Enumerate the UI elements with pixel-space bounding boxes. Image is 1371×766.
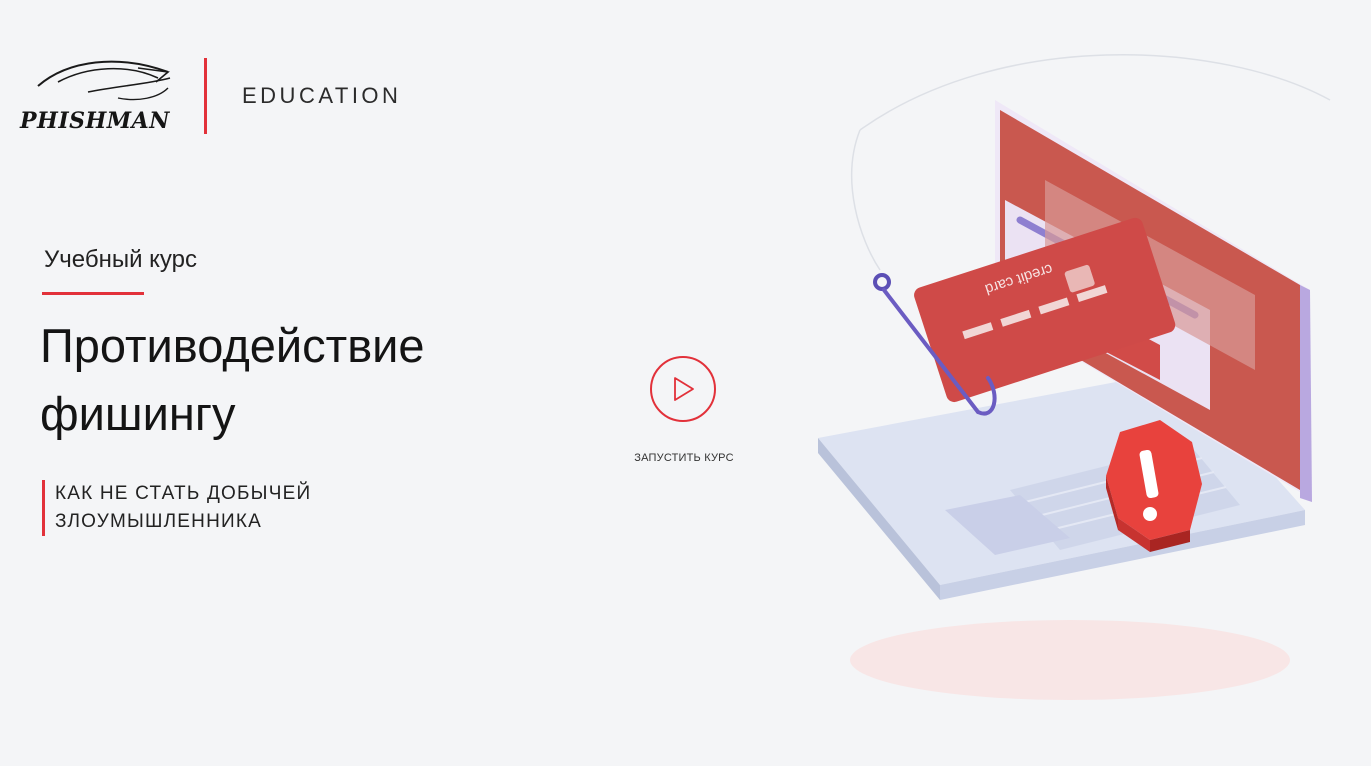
phishing-laptop-illustration: credit card: [818, 54, 1331, 700]
launch-course-button[interactable]: [650, 356, 716, 422]
phishman-logo: PHISHMAN: [18, 52, 188, 142]
fish-hook-logo-icon: [37, 60, 171, 101]
course-title: Противодействие фишингу: [40, 312, 425, 448]
play-icon: [674, 377, 694, 401]
course-title-line-2: фишингу: [40, 387, 236, 440]
subtitle-line-1: КАК НЕ СТАТЬ ДОБЫЧЕЙ: [55, 483, 312, 504]
brand-divider: [204, 58, 207, 134]
product-name: EDUCATION: [242, 83, 402, 108]
course-subtitle: КАК НЕ СТАТЬ ДОБЫЧЕЙ ЗЛОУМЫШЛЕННИКА: [42, 480, 311, 536]
subtitle-line-2: ЗЛОУМЫШЛЕННИКА: [55, 511, 263, 532]
kicker-underline: [42, 292, 144, 295]
course-title-line-1: Противодействие: [40, 319, 425, 372]
logo-wordmark: PHISHMAN: [20, 108, 170, 134]
launch-course-label[interactable]: ЗАПУСТИТЬ КУРС: [604, 452, 764, 464]
course-kicker: Учебный курс: [44, 246, 197, 273]
